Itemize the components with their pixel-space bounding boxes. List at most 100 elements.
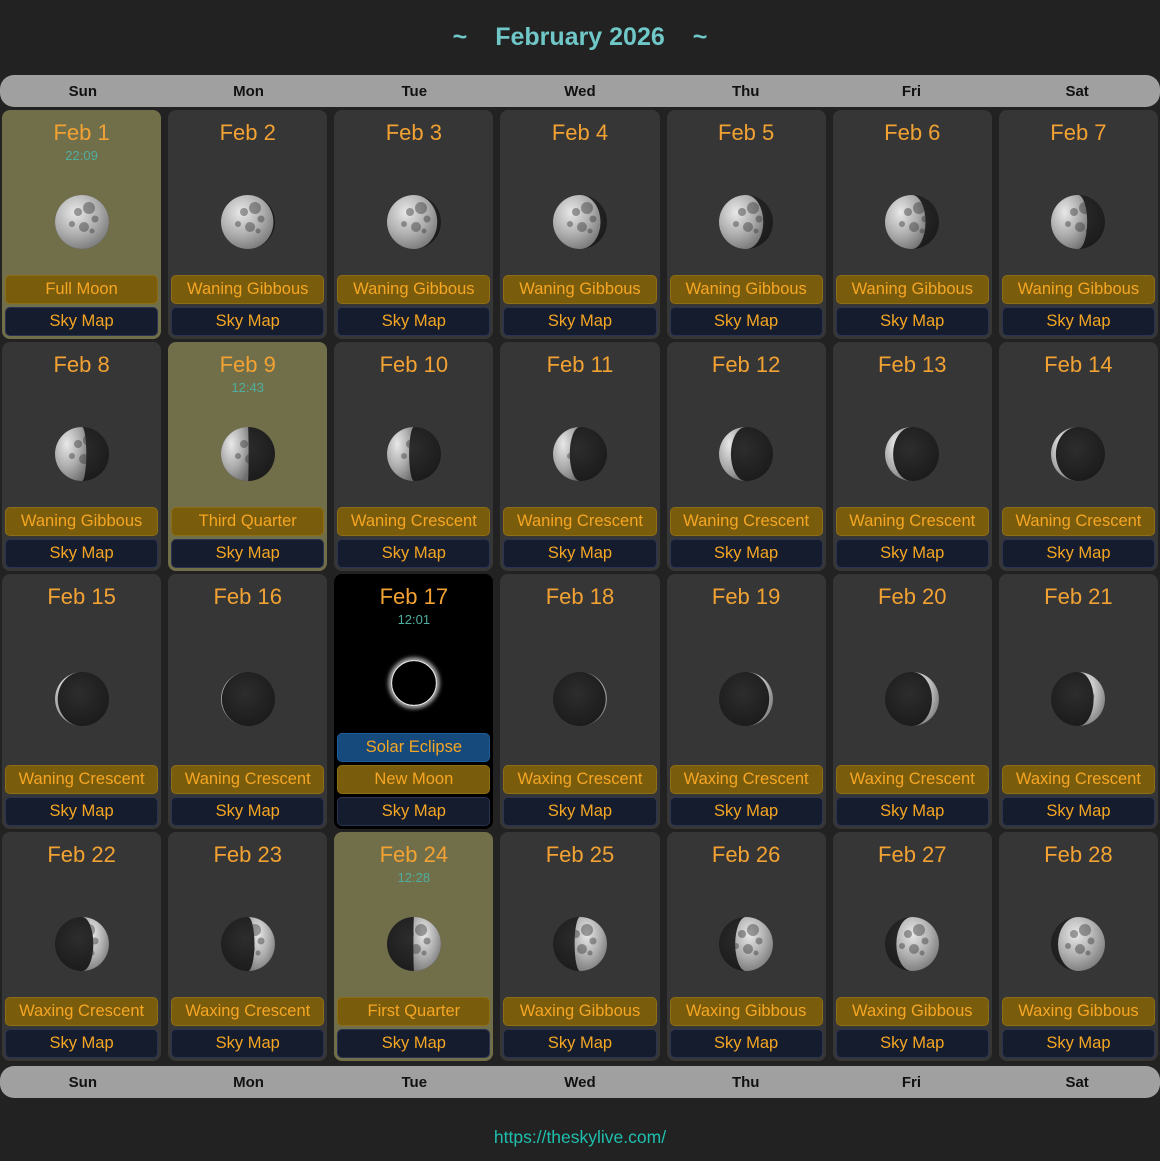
- phase-button[interactable]: Waning Gibbous: [503, 275, 656, 304]
- solar-eclipse-icon: [383, 632, 445, 733]
- weekday-label: Sun: [0, 1074, 166, 1091]
- sky-map-button[interactable]: Sky Map: [5, 797, 158, 826]
- phase-button[interactable]: Waning Crescent: [670, 507, 823, 536]
- sky-map-button[interactable]: Sky Map: [836, 307, 989, 336]
- sky-map-button[interactable]: Sky Map: [171, 539, 324, 568]
- day-buttons: Waxing Crescent Sky Map: [2, 997, 161, 1061]
- phase-button[interactable]: Waning Gibbous: [1002, 275, 1155, 304]
- phase-time: 12:28: [398, 870, 431, 890]
- day-date: Feb 7: [1050, 120, 1106, 145]
- phase-button[interactable]: Third Quarter: [171, 507, 324, 536]
- weekday-label: Fri: [829, 1074, 995, 1091]
- sky-map-button[interactable]: Sky Map: [5, 307, 158, 336]
- phase-button[interactable]: Waxing Crescent: [1002, 765, 1155, 794]
- phase-button[interactable]: Waxing Crescent: [836, 765, 989, 794]
- day-cell: Feb 3Waning GibbousSky Map: [334, 110, 493, 339]
- calendar-title-bar: ~ February 2026 ~: [0, 0, 1160, 75]
- sky-map-button[interactable]: Sky Map: [171, 797, 324, 826]
- sky-map-button[interactable]: Sky Map: [503, 307, 656, 336]
- phase-button[interactable]: Waning Crescent: [337, 507, 490, 536]
- solar-eclipse-button[interactable]: Solar Eclipse: [337, 733, 490, 762]
- phase-button[interactable]: Waning Gibbous: [171, 275, 324, 304]
- day-buttons: Waning Gibbous Sky Map: [999, 275, 1158, 339]
- sky-map-button[interactable]: Sky Map: [5, 1029, 158, 1058]
- moon-phase-icon: [715, 168, 777, 275]
- phase-button[interactable]: Waxing Gibbous: [1002, 997, 1155, 1026]
- phase-button[interactable]: Waning Crescent: [503, 507, 656, 536]
- phase-button[interactable]: Full Moon: [5, 275, 158, 304]
- sky-map-button[interactable]: Sky Map: [503, 797, 656, 826]
- phase-time: 22:09: [65, 148, 98, 168]
- sky-map-button[interactable]: Sky Map: [337, 539, 490, 568]
- sky-map-button[interactable]: Sky Map: [503, 539, 656, 568]
- sky-map-button[interactable]: Sky Map: [670, 307, 823, 336]
- phase-button[interactable]: New Moon: [337, 765, 490, 794]
- moon-phase-icon: [881, 400, 943, 507]
- sky-map-button[interactable]: Sky Map: [171, 1029, 324, 1058]
- sky-map-button[interactable]: Sky Map: [503, 1029, 656, 1058]
- day-cell: Feb 25Waxing GibbousSky Map: [500, 832, 659, 1061]
- day-cell: Feb 20Waxing CrescentSky Map: [833, 574, 992, 829]
- phase-button[interactable]: Waning Crescent: [1002, 507, 1155, 536]
- weekday-label: Sat: [994, 83, 1160, 100]
- day-buttons: Waxing Gibbous Sky Map: [999, 997, 1158, 1061]
- phase-button[interactable]: Waxing Crescent: [5, 997, 158, 1026]
- moon-phase-icon: [217, 890, 279, 997]
- phase-button[interactable]: Waning Gibbous: [836, 275, 989, 304]
- sky-map-button[interactable]: Sky Map: [1002, 539, 1155, 568]
- title-tilde-left: ~: [453, 23, 468, 52]
- phase-button[interactable]: Waning Gibbous: [5, 507, 158, 536]
- sky-map-button[interactable]: Sky Map: [670, 797, 823, 826]
- sky-map-button[interactable]: Sky Map: [5, 539, 158, 568]
- day-cell: Feb 4Waning GibbousSky Map: [500, 110, 659, 339]
- day-date: Feb 23: [213, 842, 282, 867]
- sky-map-button[interactable]: Sky Map: [337, 307, 490, 336]
- sky-map-button[interactable]: Sky Map: [337, 1029, 490, 1058]
- day-buttons: Waning Crescent Sky Map: [833, 507, 992, 571]
- phase-button[interactable]: Waxing Crescent: [670, 765, 823, 794]
- phase-button[interactable]: Waning Crescent: [171, 765, 324, 794]
- sky-map-button[interactable]: Sky Map: [836, 797, 989, 826]
- day-date: Feb 10: [380, 352, 449, 377]
- sky-map-button[interactable]: Sky Map: [337, 797, 490, 826]
- day-date: Feb 21: [1044, 584, 1113, 609]
- sky-map-button[interactable]: Sky Map: [171, 307, 324, 336]
- day-date: Feb 18: [546, 584, 615, 609]
- day-buttons: Waxing Crescent Sky Map: [500, 765, 659, 829]
- sky-map-button[interactable]: Sky Map: [1002, 797, 1155, 826]
- day-cell: Feb 5 Waning Gibbous Sky Map: [667, 110, 826, 339]
- sky-map-button[interactable]: Sky Map: [1002, 1029, 1155, 1058]
- day-buttons: Solar Eclipse New Moon Sky Map: [334, 733, 493, 829]
- day-cell: Feb 18 Waxing Crescent Sky Map: [500, 574, 659, 829]
- moon-phase-icon: [217, 400, 279, 507]
- phase-button[interactable]: Waning Gibbous: [337, 275, 490, 304]
- day-date: Feb 5: [718, 120, 774, 145]
- day-cell: Feb 11Waning CrescentSky Map: [500, 342, 659, 571]
- phase-button[interactable]: Waning Crescent: [5, 765, 158, 794]
- day-cell: Feb 23 Waxing Crescent Sky Map: [168, 832, 327, 1061]
- sky-map-button[interactable]: Sky Map: [836, 1029, 989, 1058]
- day-date: Feb 13: [878, 352, 947, 377]
- weekday-label: Wed: [497, 1074, 663, 1091]
- sky-map-button[interactable]: Sky Map: [670, 1029, 823, 1058]
- weekday-label: Sun: [0, 83, 166, 100]
- sky-map-button[interactable]: Sky Map: [836, 539, 989, 568]
- moon-phase-icon: [217, 168, 279, 275]
- phase-button[interactable]: Waxing Gibbous: [670, 997, 823, 1026]
- day-cell: Feb 28Waxing GibbousSky Map: [999, 832, 1158, 1061]
- moon-phase-icon: [51, 168, 113, 275]
- day-date: Feb 2: [220, 120, 276, 145]
- moon-phase-icon: [715, 632, 777, 765]
- phase-button[interactable]: Waning Gibbous: [670, 275, 823, 304]
- phase-button[interactable]: Waxing Gibbous: [836, 997, 989, 1026]
- phase-button[interactable]: Waxing Crescent: [171, 997, 324, 1026]
- sky-map-button[interactable]: Sky Map: [670, 539, 823, 568]
- phase-button[interactable]: Waning Crescent: [836, 507, 989, 536]
- phase-button[interactable]: First Quarter: [337, 997, 490, 1026]
- theskylive-link[interactable]: https://theskylive.com/: [494, 1127, 666, 1147]
- sky-map-button[interactable]: Sky Map: [1002, 307, 1155, 336]
- moon-phase-icon: [51, 632, 113, 765]
- phase-button[interactable]: Waxing Crescent: [503, 765, 656, 794]
- phase-button[interactable]: Waxing Gibbous: [503, 997, 656, 1026]
- moon-phase-icon: [881, 168, 943, 275]
